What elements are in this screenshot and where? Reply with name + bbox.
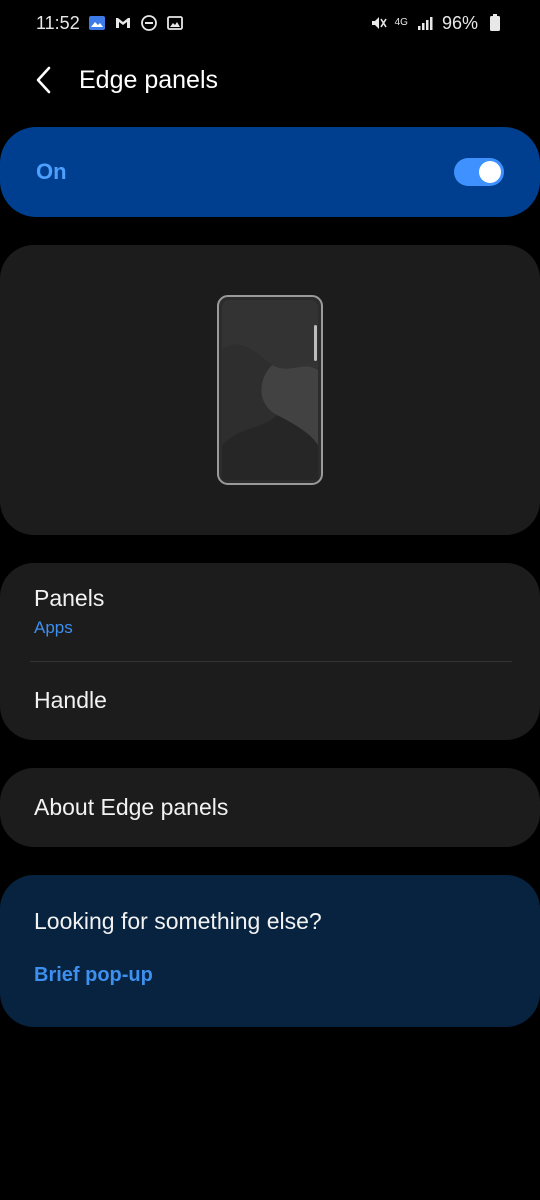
handle-title: Handle [34,687,107,713]
settings-group-about: About Edge panels [0,768,540,847]
about-title: About Edge panels [34,794,229,820]
suggestions-title: Looking for something else? [34,908,322,934]
handle-setting[interactable]: Handle [0,687,540,714]
switch-knob [479,161,501,183]
battery-icon [486,14,504,32]
about-setting[interactable]: About Edge panels [0,794,540,821]
back-button[interactable] [0,50,70,110]
phone-preview-illustration [217,295,323,485]
mute-icon [369,14,387,32]
divider [30,661,512,662]
status-left: 11:52 [36,13,184,34]
panels-title: Panels [34,585,105,611]
network-type: 4G [394,17,408,28]
page-title: Edge panels [79,65,219,94]
brief-popup-link[interactable]: Brief pop-up [34,964,153,987]
signal-icon [416,14,434,32]
suggestions-card: Looking for something else? Brief pop-up [0,875,540,1027]
gmail-icon [114,14,132,32]
battery-percent: 96% [441,12,478,33]
status-time: 11:52 [36,12,80,33]
chevron-left-icon [36,66,51,94]
master-switch-bar[interactable]: On [0,127,540,217]
status-bar: 11:52 4G 96% [0,0,540,46]
app-header: Edge panels [0,50,540,110]
do-not-disturb-icon [140,14,158,32]
status-right: 4G 96% [369,13,504,34]
panels-subtitle: Apps [34,618,73,637]
panels-setting[interactable]: Panels Apps [0,585,540,638]
image-icon [166,14,184,32]
master-switch-label: On [36,159,67,184]
master-switch[interactable] [454,158,504,186]
preview-card [0,245,540,535]
gallery-notification-icon [88,14,106,32]
settings-group-panels: Panels Apps Handle [0,563,540,740]
